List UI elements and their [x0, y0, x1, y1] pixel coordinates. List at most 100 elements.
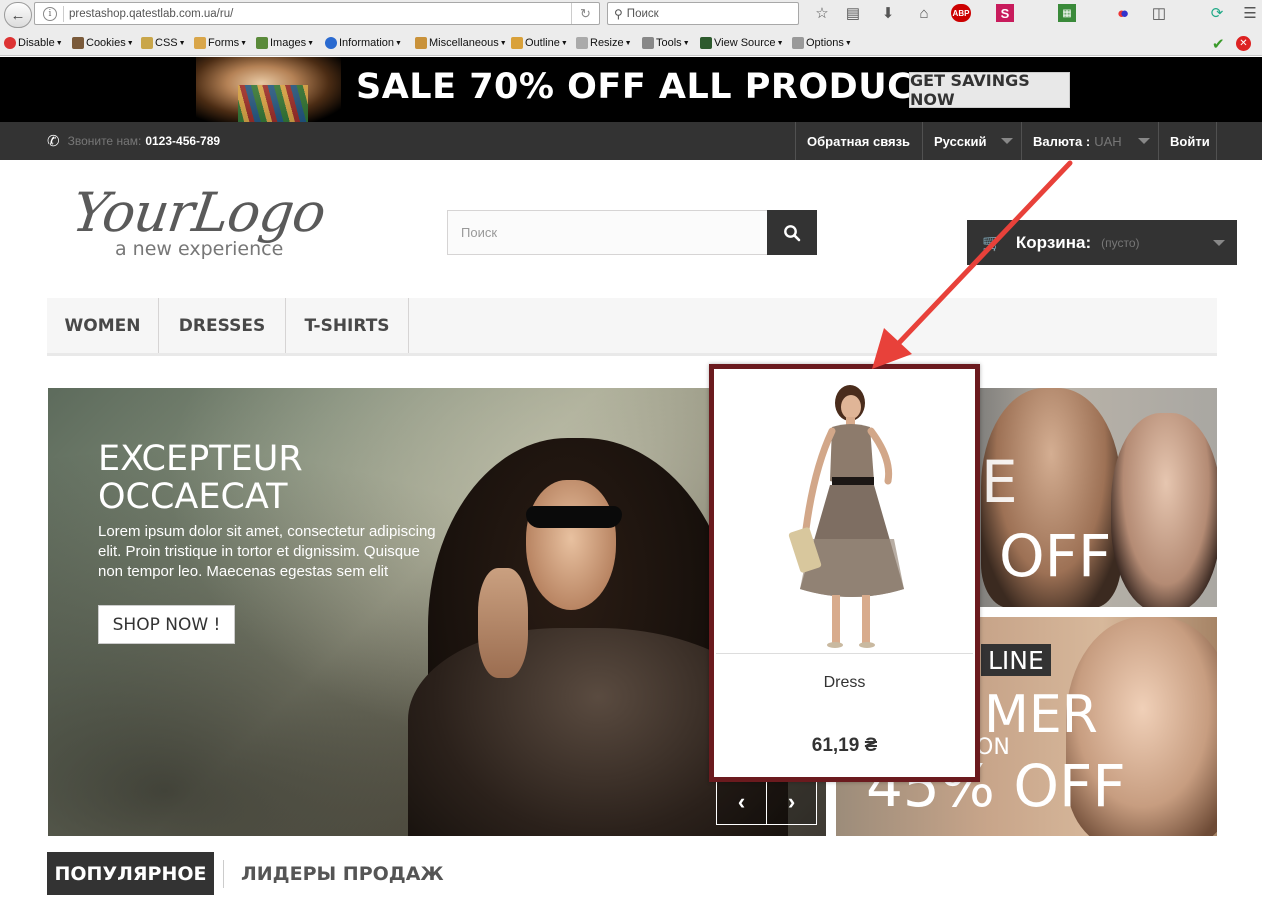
slider-model-face — [526, 480, 616, 610]
dev-forms-menu[interactable]: Forms ▼ — [194, 37, 247, 49]
dev-resize-menu[interactable]: Resize ▼ — [576, 37, 632, 49]
dev-disable-label: Disable — [18, 37, 55, 49]
tab-bestsellers[interactable]: ЛИДЕРЫ ПРОДАЖ — [241, 852, 444, 895]
search-placeholder: Поиск — [461, 225, 498, 240]
tab-popular[interactable]: ПОПУЛЯРНОЕ — [47, 852, 214, 895]
dev-options-menu[interactable]: Options ▼ — [792, 37, 852, 49]
menu-tshirts-label: T-SHIRTS — [304, 315, 390, 336]
menu-dresses-label: DRESSES — [178, 315, 266, 336]
site-logo[interactable]: YourLogo a new experience — [69, 181, 363, 267]
css-icon — [141, 37, 153, 49]
get-savings-button[interactable]: GET SAVINGS NOW — [909, 71, 1070, 109]
cart-icon: 🛒 — [982, 234, 1002, 252]
dev-css-label: CSS — [155, 37, 178, 49]
extension-grid-icon[interactable]: ▦ — [1058, 4, 1076, 22]
info-icon[interactable]: i — [43, 6, 57, 21]
product-popup[interactable]: Dress 61,19 ₴ — [709, 364, 980, 782]
slider-model-sunglasses — [526, 506, 622, 528]
slide-title: EXCEPTEUR OCCAECAT — [98, 440, 303, 516]
sync-extension-icon[interactable]: ⟳ — [1207, 4, 1227, 22]
shop-now-button[interactable]: SHOP NOW ! — [98, 605, 235, 644]
dev-cookies-menu[interactable]: Cookies ▼ — [72, 37, 134, 49]
chevron-down-icon — [1001, 138, 1013, 144]
browser-chrome: ← i prestashop.qatestlab.com.ua/ru/ ↻ ⚲ … — [0, 0, 1262, 56]
login-link[interactable]: Войти — [1158, 122, 1217, 160]
bookmark-star-icon[interactable]: ☆ — [812, 4, 832, 22]
browser-nav-row: ← i prestashop.qatestlab.com.ua/ru/ ↻ ⚲ … — [0, 0, 1262, 31]
phone-label: Звоните нам: — [67, 134, 142, 148]
product-divider — [716, 653, 973, 654]
logo-tagline: a new experience — [115, 238, 284, 260]
menu-icon[interactable]: ☰ — [1240, 4, 1260, 22]
address-bar[interactable]: i prestashop.qatestlab.com.ua/ru/ ↻ — [34, 2, 600, 25]
slide-title-line1: EXCEPTEUR — [98, 439, 303, 479]
search-input[interactable]: Поиск — [447, 210, 768, 255]
dev-tools-menu[interactable]: Tools ▼ — [642, 37, 690, 49]
cookies-icon — [72, 37, 84, 49]
magnifier-icon: ⚲ — [614, 6, 623, 21]
language-label: Русский — [934, 133, 987, 149]
clipboard-icon[interactable]: ◫ — [1150, 4, 1168, 22]
language-selector[interactable]: Русский — [922, 122, 1021, 160]
tab-divider — [223, 860, 224, 888]
tools-icon — [642, 37, 654, 49]
slider-prev-button[interactable]: ‹ — [716, 778, 767, 825]
cart-block[interactable]: 🛒 Корзина: (пусто) — [967, 220, 1237, 265]
miscellaneous-icon — [415, 37, 427, 49]
dev-information-menu[interactable]: Information ▼ — [325, 37, 402, 49]
sale-banner[interactable]: SALE 70% OFF ALL PRODUCTS GET SAVINGS NO… — [0, 57, 1262, 122]
web-developer-toolbar: Disable ▼ Cookies ▼ CSS ▼ Forms ▼ Images ▼ In… — [0, 33, 1262, 55]
top-nav-bar: ✆ Звоните нам: 0123-456-789 Обратная свя… — [0, 122, 1262, 160]
chevron-down-icon — [1213, 240, 1225, 246]
menu-item-dresses[interactable]: DRESSES — [159, 298, 286, 353]
dress-model-image — [788, 385, 904, 648]
dev-css-menu[interactable]: CSS ▼ — [141, 37, 186, 49]
slider-next-button[interactable]: › — [766, 778, 817, 825]
dev-tools-label: Tools — [656, 37, 682, 49]
close-icon[interactable]: ✕ — [1236, 36, 1251, 51]
dev-miscellaneous-menu[interactable]: Miscellaneous ▼ — [415, 37, 507, 49]
main-menu: WOMEN DRESSES T-SHIRTS — [47, 298, 1217, 356]
product-name[interactable]: Dress — [714, 674, 975, 692]
product-price: 61,19 ₴ — [811, 735, 878, 756]
color-extension-icon[interactable]: ● ● — [1113, 4, 1133, 22]
back-arrow-icon: ← — [10, 6, 26, 24]
currency-label: Валюта : — [1033, 133, 1091, 149]
product-image[interactable] — [714, 369, 975, 653]
dev-images-menu[interactable]: Images ▼ — [256, 37, 314, 49]
chevron-right-icon: › — [787, 788, 796, 814]
back-button[interactable]: ← — [4, 2, 32, 28]
dev-view-source-menu[interactable]: View Source ▼ — [700, 37, 784, 49]
phone-number: 0123-456-789 — [145, 134, 221, 148]
menu-item-tshirts[interactable]: T-SHIRTS — [286, 298, 409, 353]
menu-item-women[interactable]: WOMEN — [47, 298, 159, 353]
contact-link[interactable]: Обратная связь — [795, 122, 922, 160]
dev-miscellaneous-label: Miscellaneous — [429, 37, 499, 49]
checkmark-icon[interactable]: ✔ — [1212, 35, 1225, 53]
dev-outline-label: Outline — [525, 37, 560, 49]
reload-icon[interactable]: ↻ — [571, 3, 599, 24]
banner1-partial-letter: E — [981, 448, 1018, 516]
slide-title-line2: OCCAECAT — [98, 477, 288, 517]
dev-outline-menu[interactable]: Outline ▼ — [511, 37, 568, 49]
currency-selector[interactable]: Валюта : UAH — [1021, 122, 1158, 160]
cart-status: (пусто) — [1101, 235, 1140, 250]
disable-icon — [4, 37, 16, 49]
browser-search-placeholder: Поиск — [626, 7, 659, 20]
dev-forms-label: Forms — [208, 37, 240, 49]
dev-view-source-label: View Source — [714, 37, 776, 49]
dev-disable-menu[interactable]: Disable ▼ — [4, 37, 63, 49]
browser-search-box[interactable]: ⚲ Поиск — [607, 2, 799, 25]
home-icon[interactable]: ⌂ — [914, 4, 934, 22]
information-icon — [325, 37, 337, 49]
phone-info: ✆ Звоните нам: 0123-456-789 — [47, 132, 220, 150]
reading-list-icon[interactable]: ▤ — [843, 4, 863, 22]
sale-headline: SALE 70% OFF ALL PRODUCTS — [356, 67, 964, 107]
s-extension-icon[interactable]: S — [996, 4, 1014, 22]
adblock-icon[interactable]: ABP — [951, 4, 971, 22]
download-icon[interactable]: ⬇ — [878, 4, 898, 22]
chevron-left-icon: ‹ — [737, 788, 746, 814]
search-button[interactable] — [767, 210, 817, 255]
banner-swimsuit-pattern — [238, 85, 308, 122]
forms-icon — [194, 37, 206, 49]
